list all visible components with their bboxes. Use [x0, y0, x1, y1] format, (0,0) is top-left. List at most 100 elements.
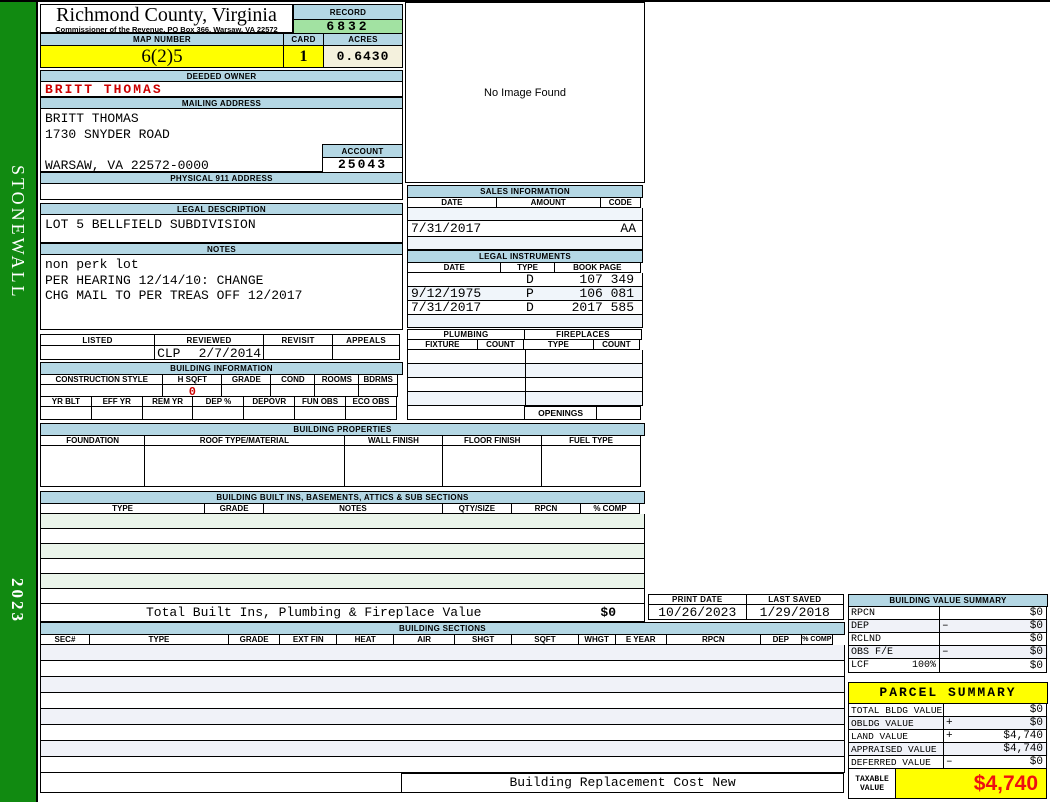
- last-saved-value: 1/29/2018: [746, 604, 845, 620]
- bvs-value: $0: [1030, 620, 1046, 632]
- instr-date-header: DATE: [407, 262, 501, 273]
- parcel-row-label: DEFERRED VALUE: [848, 755, 944, 769]
- fuel-type-value: [541, 445, 641, 487]
- bvs-row-label: RCLND: [848, 632, 940, 646]
- built-ins-row: [40, 544, 645, 559]
- mail-line: 1730 SNYDER ROAD: [45, 127, 402, 143]
- bvs-value: $0: [1030, 646, 1046, 658]
- built-ins-row: [40, 574, 645, 589]
- built-ins-row: [40, 529, 645, 544]
- account-box: ACCOUNT 25043: [322, 144, 403, 171]
- openings-value: [596, 406, 641, 420]
- parcel-row-label: APPRAISED VALUE: [848, 742, 944, 756]
- wall-finish-value: [344, 445, 444, 487]
- photo-placeholder: No Image Found: [405, 2, 645, 183]
- building-sections: BUILDING SECTIONS SEC# TYPE GRADE EXT FI…: [40, 622, 845, 793]
- parcel-row-value-cell: $4,740: [943, 742, 1047, 756]
- effyr-value: [91, 406, 143, 420]
- sec-eyear-header: E YEAR: [615, 634, 667, 645]
- bvs-row-label: RPCN: [848, 606, 940, 620]
- notes-block: non perk lot PER HEARING 12/14/10: CHANG…: [40, 254, 403, 330]
- section-row: [40, 725, 845, 741]
- built-ins-total-value: $0: [600, 604, 616, 621]
- plumbing-row: [407, 378, 643, 392]
- fireplace-count-header: COUNT: [593, 339, 640, 350]
- print-info: PRINT DATE LAST SAVED 10/26/2023 1/29/20…: [648, 594, 845, 620]
- print-date-value: 10/26/2023: [648, 604, 747, 620]
- funobs-value: [294, 406, 346, 420]
- bi-type-header: TYPE: [40, 503, 205, 514]
- plumbing-bottom-cell: [407, 406, 525, 420]
- built-ins-total-label: Total Built Ins, Plumbing & Fireplace Va…: [146, 604, 481, 621]
- built-ins-row: [40, 559, 645, 574]
- depovr-value: [243, 406, 295, 420]
- instrument-row: 7/31/2017 D 2017 585: [407, 301, 643, 315]
- reviewed-value: CLP 2/7/2014: [154, 345, 264, 360]
- built-ins-row: [40, 514, 645, 529]
- bvs-row-value-cell: $0: [939, 632, 1047, 646]
- deeded-owner-value: BRITT THOMAS: [40, 81, 403, 97]
- bi-grade-header: GRADE: [204, 503, 264, 514]
- dep-pct-value: [192, 406, 244, 420]
- card-value: 1: [283, 45, 324, 68]
- sales-row: [407, 208, 643, 221]
- mail-line: BRITT THOMAS: [45, 111, 402, 127]
- bi-notes-header: NOTES: [263, 503, 443, 514]
- bvs-row-value-cell: – $0: [939, 619, 1047, 633]
- plumbing-row: [407, 364, 643, 378]
- note-line: PER HEARING 12/14/10: CHANGE: [45, 273, 402, 289]
- legal-description-value: LOT 5 BELLFIELD SUBDIVISION: [40, 214, 403, 243]
- parcel-row-value-cell: $0: [943, 703, 1047, 717]
- sec-num-header: SEC#: [40, 634, 90, 645]
- sales-code-header: CODE: [600, 197, 641, 208]
- sec-type-header: TYPE: [89, 634, 229, 645]
- reviewed-date: 2/7/2014: [199, 346, 261, 359]
- section-row: [40, 677, 845, 693]
- record-label: RECORD: [293, 4, 403, 20]
- revisit-value: [263, 345, 333, 360]
- no-image-text: No Image Found: [484, 87, 566, 99]
- sec-grade-header: GRADE: [228, 634, 280, 645]
- sec-rpcn-header: RPCN: [666, 634, 761, 645]
- section-row: [40, 757, 845, 773]
- bvs-row-value-cell: $0: [939, 658, 1047, 673]
- plumbing-row: [407, 350, 643, 364]
- sec-comp-header: % COMP: [801, 634, 833, 645]
- roof-value: [144, 445, 344, 487]
- bvs-value: $0: [1030, 607, 1046, 619]
- foundation-value: [40, 445, 145, 487]
- parcel-row-value-cell: – $0: [943, 755, 1047, 769]
- bvs-op: [940, 607, 942, 619]
- bvs-op: [940, 659, 942, 672]
- map-number-value: 6(2)5: [40, 45, 284, 68]
- bvs-row-label: OBS F/E: [848, 645, 940, 659]
- sales-row: [407, 237, 643, 250]
- section-row: [40, 693, 845, 709]
- reviewed-by: CLP: [157, 346, 180, 359]
- account-label: ACCOUNT: [322, 144, 403, 158]
- bvs-op: –: [940, 620, 949, 632]
- physical-address-value: [40, 183, 403, 200]
- sec-extfin-header: EXT FIN: [279, 634, 337, 645]
- district-label: STONEWALL: [7, 165, 28, 300]
- floor-finish-value: [442, 445, 542, 487]
- bi-rpcn-header: RPCN: [511, 503, 581, 514]
- sec-shgt-header: SHGT: [454, 634, 512, 645]
- remyr-value: [142, 406, 194, 420]
- built-ins-table: BUILDING BUILT INS, BASEMENTS, ATTICS & …: [40, 491, 645, 622]
- parcel-summary-label: PARCEL SUMMARY: [848, 682, 1048, 704]
- sec-dep-header: DEP: [760, 634, 802, 645]
- sec-sqft-header: SQFT: [511, 634, 579, 645]
- appeals-value: [332, 345, 400, 360]
- section-row: [40, 741, 845, 757]
- instrument-row: [407, 315, 643, 328]
- building-properties: BUILDING PROPERTIES FOUNDATION ROOF TYPE…: [40, 423, 645, 487]
- county-title: Richmond County, Virginia: [41, 5, 292, 25]
- parcel-row-value-cell: + $4,740: [943, 729, 1047, 743]
- taxable-value-label: TAXABLE VALUE: [848, 768, 896, 799]
- sec-heat-header: HEAT: [336, 634, 394, 645]
- review-table: LISTED REVIEWED REVISIT APPEALS CLP 2/7/…: [40, 334, 403, 360]
- bvs-value: $0: [1030, 633, 1046, 645]
- building-information: BUILDING INFORMATION CONSTRUCTION STYLE …: [40, 362, 403, 420]
- acres-value: 0.6430: [323, 45, 403, 68]
